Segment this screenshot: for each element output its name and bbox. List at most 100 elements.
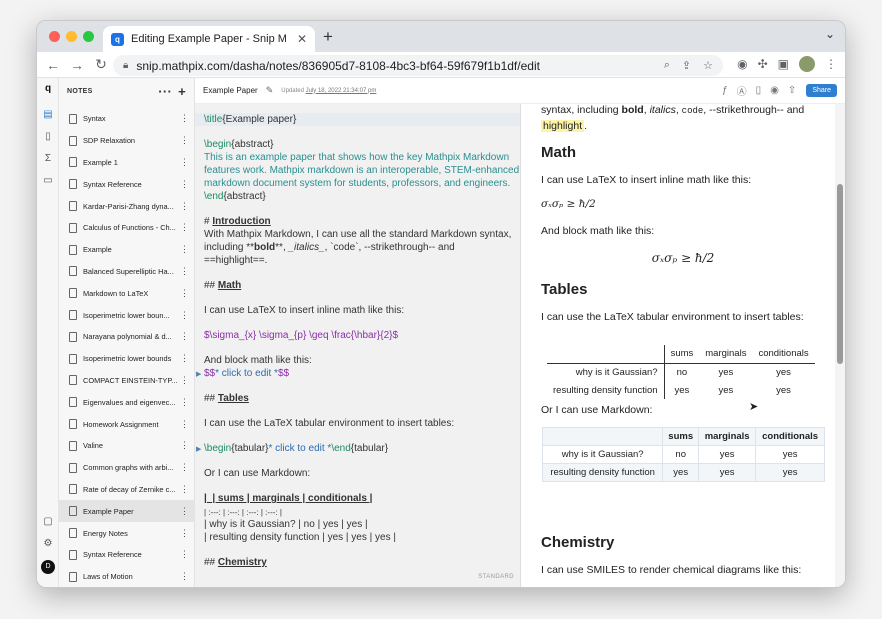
note-menu-icon[interactable]: ⋮ — [180, 549, 189, 560]
expand-arrow-icon[interactable]: ▶ — [196, 369, 201, 382]
note-menu-icon[interactable]: ⋮ — [180, 528, 189, 539]
rendered-preview[interactable]: syntax, including bold, italics, code, -… — [521, 104, 845, 587]
note-menu-icon[interactable]: ⋮ — [180, 571, 189, 582]
note-menu-icon[interactable]: ⋮ — [180, 440, 189, 451]
new-tab-button[interactable]: + — [323, 27, 333, 47]
eye-icon[interactable]: ◉ — [770, 85, 779, 96]
sidebar-note-item[interactable]: COMPACT EINSTEIN-TYP... ⋮ — [59, 370, 194, 392]
editor-line: | :---: | :---: | :---: | :---: | — [204, 508, 282, 517]
scrollbar-thumb[interactable] — [837, 184, 843, 364]
note-menu-icon[interactable]: ⋮ — [180, 375, 189, 386]
close-window-button[interactable] — [49, 31, 60, 42]
preview-scrollbar[interactable] — [835, 104, 845, 587]
tabular-collapsed[interactable]: \begin{tabular}* click to edit *\end{tab… — [204, 443, 514, 456]
sidebar-note-item[interactable]: Homework Assignment ⋮ — [59, 413, 194, 435]
sidebar-note-item[interactable]: Energy Notes ⋮ — [59, 522, 194, 544]
add-note-icon[interactable]: + — [178, 84, 186, 99]
expand-arrow-icon[interactable]: ▶ — [196, 444, 201, 457]
note-menu-icon[interactable]: ⋮ — [180, 222, 189, 233]
notes-icon[interactable]: ▤ — [41, 108, 55, 122]
note-menu-icon[interactable]: ⋮ — [180, 135, 189, 146]
extension-icon[interactable]: ◉ — [737, 57, 747, 71]
table-cell: yes — [662, 463, 700, 482]
note-label: Rate of decay of Zernike c... — [83, 484, 176, 494]
notes-more-icon[interactable]: ··· — [158, 84, 172, 99]
note-menu-icon[interactable]: ⋮ — [180, 353, 189, 364]
note-menu-icon[interactable]: ⋮ — [180, 462, 189, 473]
zoom-window-button[interactable] — [83, 31, 94, 42]
sidebar-note-item[interactable]: SDP Relaxation ⋮ — [59, 130, 194, 152]
reload-icon[interactable]: ↻ — [89, 56, 113, 73]
document-title[interactable]: Example Paper — [203, 86, 258, 95]
export-icon[interactable]: ⇧ — [788, 85, 796, 96]
document-icon[interactable]: ▭ — [41, 174, 55, 188]
tab-close-icon[interactable]: ✕ — [297, 32, 307, 46]
sidebar-note-item[interactable]: Laws of Motion ⋮ — [59, 566, 194, 587]
browser-tab[interactable]: q Editing Example Paper - Snip M ✕ — [103, 26, 315, 52]
minimize-window-button[interactable] — [66, 31, 77, 42]
sidebar-note-item[interactable]: Narayana polynomial & d... ⋮ — [59, 326, 194, 348]
sidebar-note-item[interactable]: Kardar-Parisi-Zhang dyna... ⋮ — [59, 195, 194, 217]
preview-heading-chemistry: Chemistry — [541, 534, 615, 551]
more-menu-icon[interactable]: ⋮ — [825, 57, 837, 71]
preview-paragraph: syntax, including bold, italics, code, -… — [541, 104, 805, 116]
tab-bar: q Editing Example Paper - Snip M ✕ + ⌄ — [37, 21, 845, 52]
note-doc-icon — [69, 462, 77, 473]
share-button[interactable]: Share — [806, 84, 837, 97]
address-bar[interactable]: 🔒︎ snip.mathpix.com/dasha/notes/836905d7… — [113, 55, 723, 76]
block-math-collapsed[interactable]: $$* click to edit *$$ — [204, 368, 514, 381]
markdown-editor[interactable]: \title{Example paper} \begin{abstract} T… — [195, 104, 521, 587]
note-menu-icon[interactable]: ⋮ — [180, 244, 189, 255]
sidebar-note-item[interactable]: Markdown to LaTeX ⋮ — [59, 282, 194, 304]
user-avatar[interactable]: D — [41, 560, 55, 574]
mathpix-logo-icon[interactable]: q — [41, 82, 55, 96]
note-menu-icon[interactable]: ⋮ — [180, 288, 189, 299]
gear-icon[interactable]: ⚙ — [41, 537, 55, 551]
sidebar-note-item[interactable]: Syntax Reference ⋮ — [59, 544, 194, 566]
sigma-icon[interactable]: Σ — [41, 152, 55, 166]
bookmark-star-icon[interactable]: ☆ — [703, 59, 713, 72]
sidebar-note-item[interactable]: Isoperimetric lower boun... ⋮ — [59, 304, 194, 326]
sidebar-note-item[interactable]: Example ⋮ — [59, 239, 194, 261]
note-menu-icon[interactable]: ⋮ — [180, 310, 189, 321]
sidebar-note-item[interactable]: Isoperimetric lower bounds ⋮ — [59, 348, 194, 370]
sidebar-note-item[interactable]: Valine ⋮ — [59, 435, 194, 457]
page-icon[interactable]: ▯ — [756, 85, 762, 96]
forward-arrow-icon[interactable]: → — [65, 57, 89, 73]
note-menu-icon[interactable]: ⋮ — [180, 484, 189, 495]
pencil-icon[interactable]: ✎ — [266, 85, 274, 96]
back-arrow-icon[interactable]: ← — [41, 57, 65, 73]
note-menu-icon[interactable]: ⋮ — [180, 179, 189, 190]
sidebar-note-item[interactable]: Balanced Superelliptic Ha... ⋮ — [59, 261, 194, 283]
editor-font-icon[interactable]: Ⓐ — [737, 83, 747, 98]
sidebar-note-item[interactable]: Example 1 ⋮ — [59, 152, 194, 174]
formula-icon[interactable]: ƒ — [722, 85, 728, 96]
editor-line: | why is it Gaussian? | no | yes | yes | — [204, 519, 368, 530]
pdf-icon[interactable]: ▯ — [41, 130, 55, 144]
sidebar-note-item[interactable]: Eigenvalues and eigenvec... ⋮ — [59, 391, 194, 413]
sidebar-note-item[interactable]: Syntax ⋮ — [59, 108, 194, 130]
note-menu-icon[interactable]: ⋮ — [180, 113, 189, 124]
note-menu-icon[interactable]: ⋮ — [180, 419, 189, 430]
sidebar-note-item[interactable]: Example Paper ⋮ — [59, 500, 194, 523]
puzzle-icon[interactable]: ✣ — [758, 57, 768, 71]
note-menu-icon[interactable]: ⋮ — [180, 331, 189, 342]
sidebar-toggle-icon[interactable]: ▣ — [778, 57, 789, 71]
feedback-icon[interactable]: ▢ — [41, 515, 55, 529]
search-icon[interactable]: ⌕ — [664, 59, 670, 72]
note-label: Narayana polynomial & d... — [83, 332, 172, 342]
sidebar-note-item[interactable]: Common graphs with arbi... ⋮ — [59, 457, 194, 479]
note-menu-icon[interactable]: ⋮ — [180, 201, 189, 212]
share-icon[interactable]: ⇪ — [682, 59, 691, 72]
note-menu-icon[interactable]: ⋮ — [180, 506, 189, 517]
avatar[interactable] — [799, 56, 815, 72]
sidebar-note-item[interactable]: Calculus of Functions - Ch... ⋮ — [59, 217, 194, 239]
note-menu-icon[interactable]: ⋮ — [180, 157, 189, 168]
sidebar-note-item[interactable]: Syntax Reference ⋮ — [59, 173, 194, 195]
sidebar-note-item[interactable]: Rate of decay of Zernike c... ⋮ — [59, 479, 194, 501]
note-menu-icon[interactable]: ⋮ — [180, 266, 189, 277]
tab-search-chevron-icon[interactable]: ⌄ — [825, 27, 835, 41]
note-menu-icon[interactable]: ⋮ — [180, 397, 189, 408]
mathpix-app: q ▤ ▯ Σ ▭ ▢ ⚙ D NOTES ··· + Syntax ⋮ SDP R… — [37, 78, 845, 587]
url-text[interactable]: snip.mathpix.com/dasha/notes/836905d7-81… — [136, 59, 663, 73]
